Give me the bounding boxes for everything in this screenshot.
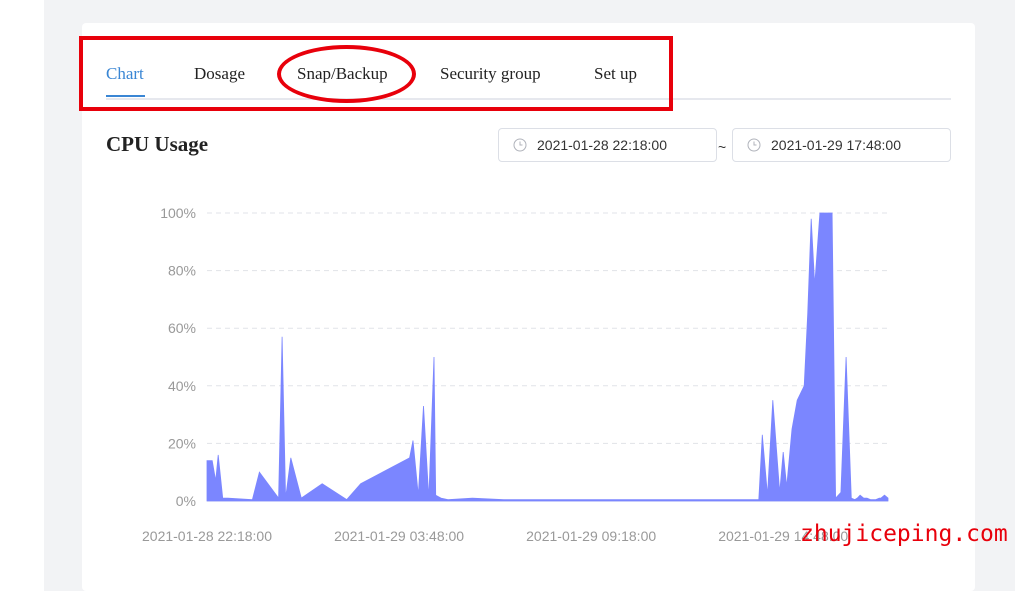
cpu-usage-chart: 0% 20% 40% 60% 80% 100% 2021-01-28 22:18:00 202… (142, 205, 889, 544)
y-tick-label: 40% (168, 378, 196, 394)
cpu-usage-area (206, 212, 889, 502)
y-tick-label: 100% (160, 205, 196, 221)
y-tick-label: 60% (168, 320, 196, 336)
y-tick-label: 80% (168, 263, 196, 279)
x-tick-label: 2021-01-28 22:18:00 (142, 528, 272, 544)
y-tick-label: 20% (168, 435, 196, 451)
y-tick-label: 0% (176, 493, 196, 509)
watermark-text: zhujiceping.com (800, 521, 1008, 547)
x-tick-label: 2021-01-29 03:48:00 (334, 528, 464, 544)
x-tick-label: 2021-01-29 09:18:00 (526, 528, 656, 544)
